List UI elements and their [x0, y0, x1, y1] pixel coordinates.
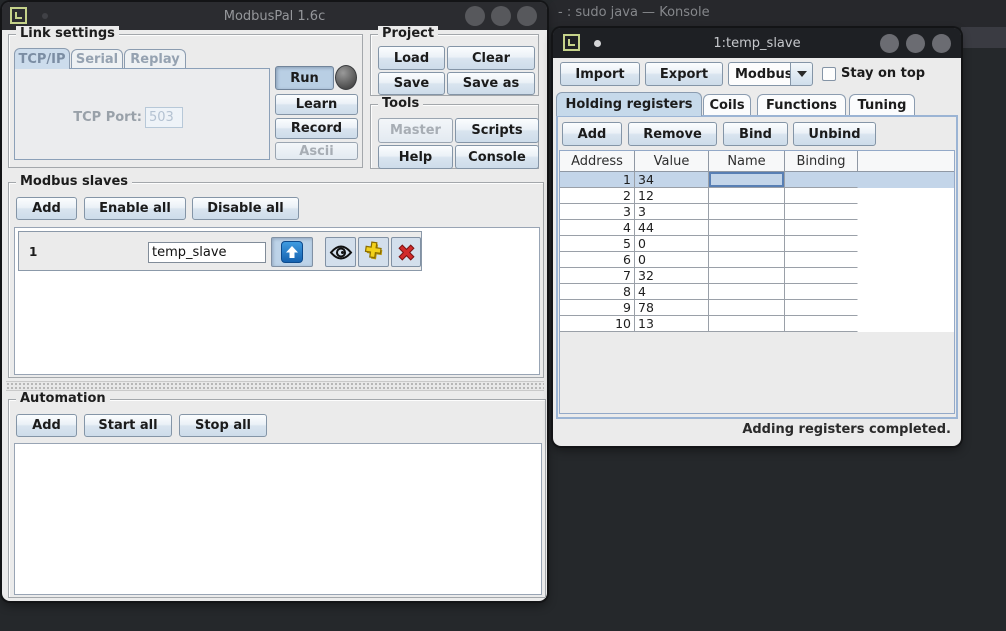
automation-list-area	[14, 443, 542, 595]
console-button[interactable]: Console	[455, 145, 539, 169]
slave-editor-window: 1:temp_slave Import Export Modbus Stay o…	[553, 28, 961, 446]
led-indicator	[335, 65, 357, 90]
ascii-button[interactable]: Ascii	[275, 142, 358, 160]
table-row[interactable]: 2 12	[560, 188, 954, 204]
column-header-value[interactable]: Value	[635, 151, 709, 172]
column-header-filler	[858, 151, 954, 172]
column-header-address[interactable]: Address	[560, 151, 635, 172]
modbuspal-window: ModbusPal 1.6c Link settings TCP/IP Seri…	[2, 2, 547, 601]
learn-button[interactable]: Learn	[275, 94, 358, 115]
stay-on-top-label: Stay on top	[841, 66, 925, 81]
konsole-titlebar[interactable]: - : sudo java — Konsole	[549, 0, 1006, 27]
add-register-button[interactable]: Add	[562, 122, 622, 146]
help-button[interactable]: Help	[378, 145, 453, 169]
column-header-binding[interactable]: Binding	[785, 151, 858, 172]
slave-editor-titlebar[interactable]: 1:temp_slave	[553, 28, 961, 58]
slave-enable-toggle-button[interactable]	[271, 237, 313, 267]
add-automation-button[interactable]: Add	[16, 414, 77, 437]
table-row[interactable]: 7 32	[560, 268, 954, 284]
tcp-port-field[interactable]	[145, 107, 183, 128]
table-row[interactable]: 9 78	[560, 300, 954, 316]
table-row[interactable]: 3 3	[560, 204, 954, 220]
protocol-combo[interactable]: Modbus	[728, 62, 790, 86]
tools-title: Tools	[378, 96, 423, 111]
save-as-button[interactable]: Save as	[447, 72, 535, 95]
export-button[interactable]: Export	[645, 62, 723, 86]
table-row[interactable]: 6 0	[560, 252, 954, 268]
registers-table-header[interactable]: Address Value Name Binding	[560, 151, 954, 172]
konsole-tabbar-fragment	[961, 27, 1006, 48]
remove-register-button[interactable]: Remove	[628, 122, 717, 146]
scripts-button[interactable]: Scripts	[455, 118, 539, 143]
titlebar-dot-icon	[42, 13, 48, 19]
slave-row[interactable]: 1	[18, 231, 422, 271]
konsole-title: - : sudo java — Konsole	[558, 5, 710, 20]
move-up-icon	[281, 241, 303, 263]
app-window-icon[interactable]	[10, 7, 27, 24]
start-all-button[interactable]: Start all	[84, 414, 172, 437]
status-message: Adding registers completed.	[553, 422, 951, 437]
link-settings-title: Link settings	[16, 26, 119, 41]
tab-tuning[interactable]: Tuning	[849, 94, 915, 116]
tab-coils[interactable]: Coils	[703, 94, 751, 116]
table-row[interactable]: 8 4	[560, 284, 954, 300]
desktop: - : sudo java — Konsole ModbusPal 1.6c L…	[0, 0, 1006, 631]
tab-holding-registers[interactable]: Holding registers	[556, 92, 702, 116]
titlebar-dot-icon	[594, 40, 601, 47]
app-window-icon[interactable]	[563, 34, 580, 51]
tab-replay[interactable]: Replay	[124, 49, 186, 69]
column-header-name[interactable]: Name	[709, 151, 785, 172]
stop-all-button[interactable]: Stop all	[179, 414, 267, 437]
tab-serial[interactable]: Serial	[71, 49, 123, 69]
slave-visibility-button[interactable]	[325, 237, 356, 267]
minimize-button[interactable]	[465, 6, 485, 26]
run-button[interactable]: Run	[275, 66, 334, 90]
table-row[interactable]: 1 34	[560, 172, 954, 188]
enable-all-button[interactable]: Enable all	[84, 197, 186, 220]
registers-scrollpane[interactable]: Address Value Name Binding 1 34 2 12 3 3	[559, 150, 955, 414]
table-row[interactable]: 10 13	[560, 316, 954, 332]
chevron-down-icon	[797, 71, 807, 77]
add-plus-icon	[362, 240, 386, 264]
minimize-button[interactable]	[880, 34, 899, 53]
maximize-button[interactable]	[491, 6, 511, 26]
slave-name-field[interactable]	[148, 242, 266, 263]
protocol-combo-arrow-button[interactable]	[790, 62, 813, 86]
delete-x-icon	[396, 242, 417, 263]
clear-button[interactable]: Clear	[447, 46, 535, 70]
add-slave-button[interactable]: Add	[16, 197, 77, 220]
record-button[interactable]: Record	[275, 118, 358, 139]
tab-functions[interactable]: Functions	[757, 94, 846, 116]
stay-on-top-checkbox[interactable]	[822, 67, 836, 81]
maximize-button[interactable]	[906, 34, 925, 53]
visibility-eye-icon	[329, 244, 353, 261]
table-row[interactable]: 4 44	[560, 220, 954, 236]
slave-add-automation-button[interactable]	[358, 237, 389, 267]
table-row[interactable]: 5 0	[560, 236, 954, 252]
slave-id: 1	[29, 245, 37, 259]
close-button[interactable]	[932, 34, 951, 53]
automation-title: Automation	[16, 391, 110, 406]
slave-delete-button[interactable]	[391, 237, 421, 267]
unbind-button[interactable]: Unbind	[793, 122, 876, 146]
tcp-port-label: TCP Port:	[32, 110, 142, 125]
disable-all-button[interactable]: Disable all	[192, 197, 299, 220]
project-title: Project	[378, 26, 438, 41]
modbus-slaves-title: Modbus slaves	[16, 174, 132, 189]
master-button[interactable]: Master	[378, 118, 453, 143]
load-button[interactable]: Load	[378, 46, 445, 70]
close-button[interactable]	[517, 6, 537, 26]
save-button[interactable]: Save	[378, 72, 445, 95]
import-button[interactable]: Import	[560, 62, 640, 86]
tab-tcpip[interactable]: TCP/IP	[14, 48, 70, 69]
split-divider[interactable]	[6, 381, 544, 391]
bind-button[interactable]: Bind	[723, 122, 788, 146]
